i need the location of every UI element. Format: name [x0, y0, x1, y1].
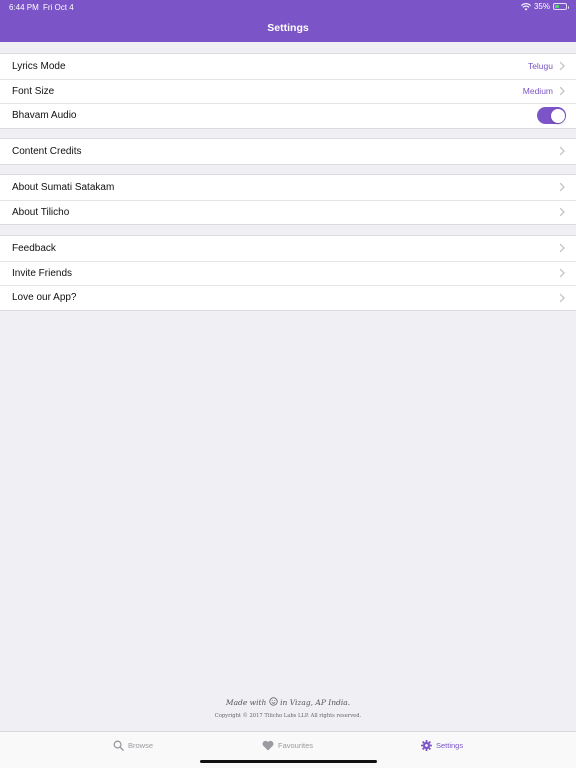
tab-label: Settings	[436, 741, 464, 750]
tab-label: Favourites	[278, 741, 314, 750]
tab-settings[interactable]: Settings	[421, 740, 463, 751]
chevron-right-icon	[559, 207, 565, 217]
chevron-right-icon	[559, 268, 565, 278]
copyright-text: Copyright © 2017 Tilicho Labs LLP. All r…	[214, 713, 362, 719]
home-indicator[interactable]	[200, 760, 377, 763]
chevron-right-icon	[559, 147, 565, 156]
row-label: About Tilicho	[12, 206, 70, 218]
toggle-knob	[550, 108, 565, 123]
battery-fill	[555, 5, 559, 8]
tab-favourites[interactable]: Favourites	[262, 740, 313, 751]
row-label: Invite Friends	[12, 267, 73, 279]
made-with-prefix: Made with	[225, 698, 267, 707]
wifi-icon	[521, 2, 531, 10]
status-bar: 6:44 PM Fri Oct 4 35%	[0, 0, 576, 14]
row-value: Medium	[522, 86, 553, 97]
battery-percent: 35%	[533, 2, 550, 11]
made-with-text: Made with in Vizag, AP India.	[0, 697, 576, 707]
made-with-suffix: in Vizag, AP India.	[280, 698, 351, 707]
row-bhavam-audio: Bhavam Audio	[0, 103, 576, 128]
row-label: Lyrics Mode	[12, 60, 66, 72]
tab-label: Browse	[128, 741, 154, 750]
settings-screen: 6:44 PM Fri Oct 4 35% Settings Lyrics Mo…	[0, 0, 576, 768]
chevron-right-icon	[559, 86, 565, 96]
bhavam-audio-toggle[interactable]	[537, 107, 566, 125]
row-lyrics-mode[interactable]: Lyrics Mode Telugu	[0, 54, 576, 79]
smile-icon	[269, 697, 278, 706]
battery-icon	[553, 3, 569, 10]
row-about-sumati-satakam[interactable]: About Sumati Satakam	[0, 175, 576, 200]
gear-icon	[421, 740, 432, 751]
settings-group-feedback: Feedback Invite Friends Love our App?	[0, 235, 576, 312]
chevron-right-icon	[559, 244, 565, 253]
row-content-credits[interactable]: Content Credits	[0, 139, 576, 164]
row-label: Feedback	[12, 242, 56, 254]
status-right: 35%	[521, 2, 569, 11]
chevron-right-icon	[559, 62, 565, 71]
row-label: Bhavam Audio	[12, 110, 77, 122]
row-value: Telugu	[527, 61, 553, 72]
row-label: About Sumati Satakam	[12, 181, 115, 193]
settings-group-credits: Content Credits	[0, 138, 576, 165]
status-date: Fri Oct 4	[43, 3, 74, 12]
page-title: Settings	[267, 22, 309, 34]
heart-icon	[262, 740, 274, 751]
navigation-bar: 6:44 PM Fri Oct 4 35% Settings	[0, 0, 576, 42]
row-feedback[interactable]: Feedback	[0, 236, 576, 261]
status-time: 6:44 PM	[9, 3, 39, 12]
row-label: Content Credits	[12, 145, 82, 157]
chevron-right-icon	[559, 183, 565, 192]
row-label: Love our App?	[12, 292, 77, 304]
row-font-size[interactable]: Font Size Medium	[0, 78, 576, 104]
tab-browse[interactable]: Browse	[113, 740, 153, 751]
row-label: Font Size	[12, 85, 55, 97]
row-love-our-app[interactable]: Love our App?	[0, 285, 576, 310]
chevron-right-icon	[559, 293, 565, 302]
settings-group-display: Lyrics Mode Telugu Font Size Medium Bhav…	[0, 53, 576, 130]
settings-group-about: About Sumati Satakam About Tilicho	[0, 174, 576, 226]
row-invite-friends[interactable]: Invite Friends	[0, 260, 576, 286]
search-icon	[113, 740, 124, 751]
row-about-tilicho[interactable]: About Tilicho	[0, 199, 576, 225]
